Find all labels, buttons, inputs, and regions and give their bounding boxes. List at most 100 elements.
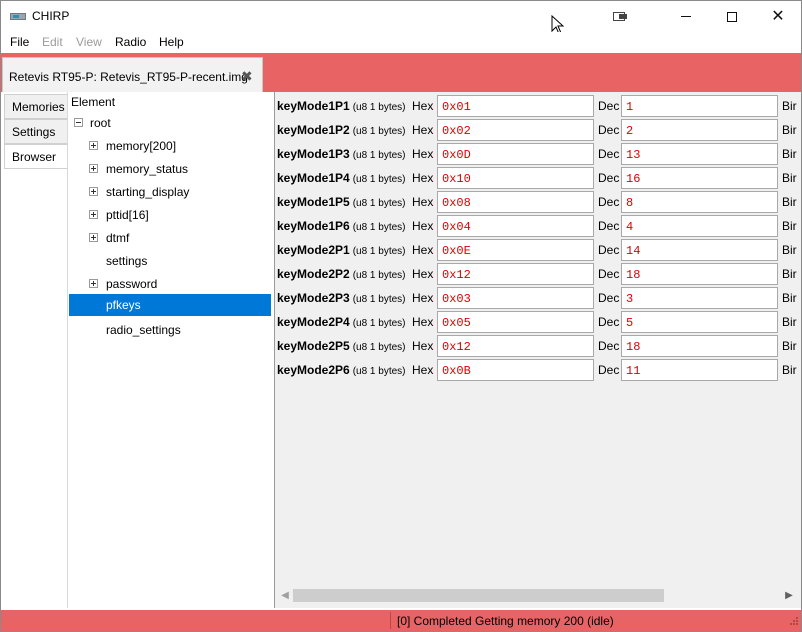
dec-input[interactable]: 1 <box>621 95 778 117</box>
dec-label: Dec <box>598 243 620 257</box>
dec-input[interactable]: 16 <box>621 167 778 189</box>
hex-input[interactable]: 0x02 <box>437 119 594 141</box>
tree-item-dtmf[interactable]: dtmf <box>69 227 271 249</box>
expand-icon[interactable] <box>89 279 98 288</box>
hex-input[interactable]: 0x0B <box>437 359 594 381</box>
field-row: keyMode1P6 (u8 1 bytes) Hex 0x04 Dec 4 Bi… <box>276 214 802 238</box>
hex-input[interactable]: 0x0D <box>437 143 594 165</box>
field-row: keyMode2P2 (u8 1 bytes) Hex 0x12 Dec 18 B… <box>276 262 802 286</box>
field-name: keyMode2P4 (u8 1 bytes) <box>277 315 406 329</box>
tree-item-starting-display[interactable]: starting_display <box>69 181 271 203</box>
dec-input[interactable]: 13 <box>621 143 778 165</box>
field-row: keyMode1P1 (u8 1 bytes) Hex 0x01 Dec 1 Bi… <box>276 94 802 118</box>
dec-input[interactable]: 18 <box>621 263 778 285</box>
tree-item-label: dtmf <box>106 231 130 245</box>
hex-input[interactable]: 0x05 <box>437 311 594 333</box>
tab-memories[interactable]: Memories <box>4 94 68 119</box>
close-window-button[interactable]: ✕ <box>755 1 801 32</box>
hex-input[interactable]: 0x10 <box>437 167 594 189</box>
tree-item-memory-status[interactable]: memory_status <box>69 158 271 180</box>
expand-icon[interactable] <box>89 187 98 196</box>
hex-input[interactable]: 0x08 <box>437 191 594 213</box>
expand-icon[interactable] <box>89 141 98 150</box>
tab-browser-label: Browser <box>12 150 57 164</box>
chirp-window: CHIRP ✕ File Edit View Radio Help Retevi… <box>0 0 802 632</box>
tree-header[interactable]: Element <box>71 95 115 109</box>
dec-input[interactable]: 11 <box>621 359 778 381</box>
hex-input[interactable]: 0x04 <box>437 215 594 237</box>
scroll-left-icon[interactable]: ◀ <box>278 587 292 604</box>
hex-label: Hex <box>412 339 434 353</box>
dec-input[interactable]: 18 <box>621 335 778 357</box>
dec-label: Dec <box>598 99 620 113</box>
dec-input[interactable]: 2 <box>621 119 778 141</box>
tree-item-radio-settings[interactable]: radio_settings <box>69 319 271 341</box>
tree-item-label: starting_display <box>106 185 190 199</box>
tab-browser[interactable]: Browser <box>4 144 68 169</box>
field-name: keyMode2P1 (u8 1 bytes) <box>277 243 406 257</box>
horizontal-scrollbar[interactable]: ◀ ▶ <box>276 587 800 604</box>
minimize-button[interactable] <box>663 1 709 32</box>
tree-item-memory[interactable]: memory[200] <box>69 135 271 157</box>
tree-item-label: radio_settings <box>106 323 181 337</box>
hex-input[interactable]: 0x12 <box>437 263 594 285</box>
field-row: keyMode1P5 (u8 1 bytes) Hex 0x08 Dec 8 Bi… <box>276 190 802 214</box>
tab-settings[interactable]: Settings <box>4 119 68 144</box>
menu-edit[interactable]: Edit <box>42 35 63 49</box>
chirp-app-icon <box>10 12 26 21</box>
tree-item-label: memory_status <box>106 162 189 176</box>
hex-input[interactable]: 0x12 <box>437 335 594 357</box>
file-tab[interactable]: Retevis RT95-P: Retevis_RT95-P-recent.im… <box>2 57 263 92</box>
expand-icon[interactable] <box>89 233 98 242</box>
bin-label: Bir <box>782 363 797 377</box>
menu-bar: File Edit View Radio Help <box>1 32 801 53</box>
title-bar: CHIRP ✕ <box>1 1 801 32</box>
hex-input[interactable]: 0x01 <box>437 95 594 117</box>
file-tab-strip: Retevis RT95-P: Retevis_RT95-P-recent.im… <box>1 53 801 92</box>
minimize-icon <box>681 16 691 17</box>
hex-input[interactable]: 0x03 <box>437 287 594 309</box>
tree-item-label: pfkeys <box>106 298 141 312</box>
side-tabs: Memories Settings Browser <box>1 92 68 608</box>
field-row: keyMode1P2 (u8 1 bytes) Hex 0x02 Dec 2 Bi… <box>276 118 802 142</box>
menu-help[interactable]: Help <box>159 35 184 49</box>
maximize-icon <box>727 11 737 22</box>
tree-item-password[interactable]: password <box>69 273 271 295</box>
tab-settings-label: Settings <box>12 125 56 139</box>
scrollbar-thumb[interactable] <box>293 589 664 602</box>
tree-item-label: password <box>106 277 158 291</box>
window-extra-icon[interactable] <box>613 10 629 22</box>
hex-label: Hex <box>412 195 434 209</box>
field-row: keyMode2P4 (u8 1 bytes) Hex 0x05 Dec 5 Bi… <box>276 310 802 334</box>
hex-label: Hex <box>412 147 434 161</box>
menu-view[interactable]: View <box>76 35 102 49</box>
dec-input[interactable]: 4 <box>621 215 778 237</box>
menu-file[interactable]: File <box>10 35 29 49</box>
close-tab-icon[interactable]: ✖ <box>241 68 253 85</box>
hex-input[interactable]: 0x0E <box>437 239 594 261</box>
menu-radio[interactable]: Radio <box>115 35 146 49</box>
dec-input[interactable]: 5 <box>621 311 778 333</box>
bin-label: Bir <box>782 171 797 185</box>
scroll-right-icon[interactable]: ▶ <box>782 587 796 604</box>
tree-item-pfkeys[interactable]: pfkeys <box>69 294 271 316</box>
bin-label: Bir <box>782 219 797 233</box>
tree-item-settings[interactable]: settings <box>69 250 271 272</box>
bin-label: Bir <box>782 147 797 161</box>
expand-icon[interactable] <box>89 210 98 219</box>
field-name: keyMode1P2 (u8 1 bytes) <box>277 123 406 137</box>
resize-grip-icon[interactable] <box>787 616 799 628</box>
tree-item-root[interactable]: root <box>69 112 271 134</box>
dec-input[interactable]: 3 <box>621 287 778 309</box>
dec-input[interactable]: 14 <box>621 239 778 261</box>
field-name: keyMode1P6 (u8 1 bytes) <box>277 219 406 233</box>
maximize-button[interactable] <box>709 1 755 32</box>
status-bar: [0] Completed Getting memory 200 (idle) <box>1 610 801 631</box>
dec-label: Dec <box>598 363 620 377</box>
tree-item-pttid[interactable]: pttid[16] <box>69 204 271 226</box>
field-row: keyMode2P5 (u8 1 bytes) Hex 0x12 Dec 18 B… <box>276 334 802 358</box>
dec-label: Dec <box>598 267 620 281</box>
expand-icon[interactable] <box>89 164 98 173</box>
dec-input[interactable]: 8 <box>621 191 778 213</box>
collapse-icon[interactable] <box>74 118 83 127</box>
